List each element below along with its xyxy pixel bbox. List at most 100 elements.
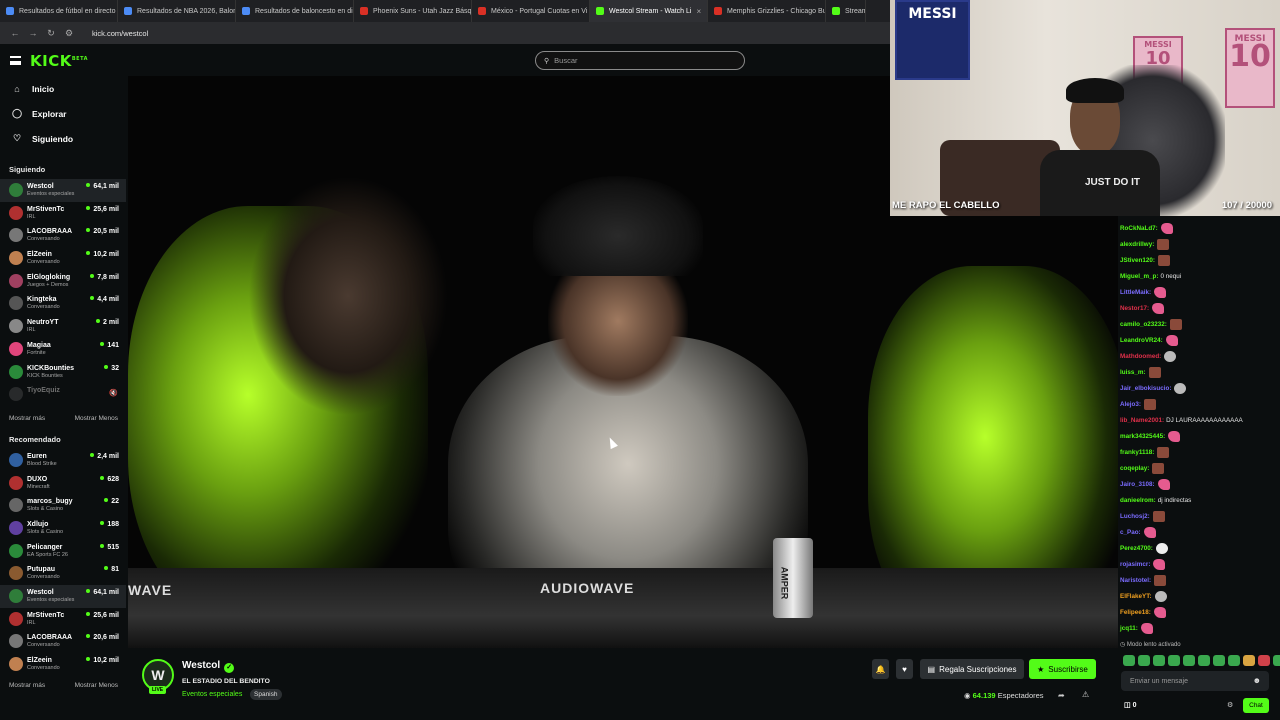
browser-tab[interactable]: Resultados de fútbol en directo× — [0, 0, 118, 22]
forward-icon[interactable]: → — [24, 28, 42, 38]
sidebar-channel[interactable]: NeutroYT IRL 2 mil — [0, 315, 126, 338]
emote-icon[interactable] — [1258, 655, 1270, 666]
sidebar-channel[interactable]: DUXO Minecraft 628 — [0, 472, 126, 495]
sidebar-nav-siguiendo[interactable]: ♡ Siguiendo — [0, 126, 126, 151]
sidebar-channel[interactable]: Xdlujo Slots & Casino 188 — [0, 517, 126, 540]
kick-logo[interactable]: KICKBETA — [30, 52, 88, 70]
sidebar-channel[interactable]: ElGlogloking Juegos + Demos 7,8 mil — [0, 270, 126, 293]
menu-icon[interactable] — [10, 56, 21, 65]
emote-icon[interactable] — [1228, 655, 1240, 666]
notifications-button[interactable]: 🔔 — [872, 659, 889, 679]
search-input[interactable]: ⚲ Buscar — [535, 51, 745, 70]
chat-username[interactable]: ElFlakeYT: — [1120, 593, 1152, 600]
chat-username[interactable]: LeandroVR24: — [1120, 337, 1163, 344]
chat-username[interactable]: alexdrillwy: — [1120, 241, 1154, 248]
chat-emote-icon — [1169, 318, 1182, 330]
show-less-button[interactable]: Mostrar Menos — [75, 682, 118, 689]
chat-username[interactable]: Perez4700: — [1120, 545, 1153, 552]
chat-username[interactable]: luiss_m: — [1120, 369, 1146, 376]
chat-username[interactable]: Felipee18: — [1120, 609, 1151, 616]
chat-message: camilo_o23232: — [1118, 316, 1280, 332]
emoji-icon[interactable]: ☻ — [1253, 676, 1261, 685]
streamer-name[interactable]: Westcol ✓ — [182, 660, 235, 673]
emote-icon[interactable] — [1243, 655, 1255, 666]
browser-tab[interactable]: Resultados de NBA 2026, Balon× — [118, 0, 236, 22]
sidebar-channel[interactable]: LACOBRAAA Conversando 20,5 mil — [0, 224, 126, 247]
url-field[interactable]: kick.com/westcol — [92, 29, 148, 38]
chat-username[interactable]: Luchosj2: — [1120, 513, 1150, 520]
sidebar-channel[interactable]: Euren Blood Strike 2,4 mil — [0, 449, 126, 472]
chat-username[interactable]: Miguel_m_p: — [1120, 273, 1159, 280]
sidebar-nav-explorar[interactable]: ◯ Explorar — [0, 101, 126, 126]
chat-username[interactable]: jcq11: — [1120, 625, 1138, 632]
browser-tab[interactable]: Resultados de baloncesto en dir× — [236, 0, 354, 22]
chat-username[interactable]: Jair_elbokisucio: — [1120, 385, 1171, 392]
chat-send-button[interactable]: Chat — [1243, 698, 1269, 713]
chat-username[interactable]: franky1118: — [1120, 449, 1154, 456]
emote-icon[interactable] — [1213, 655, 1225, 666]
chat-username[interactable]: RoCkNaLd7: — [1120, 225, 1158, 232]
show-more-button[interactable]: Mostrar más — [9, 682, 45, 689]
language-tag[interactable]: Spanish — [250, 689, 282, 700]
sidebar-channel[interactable]: Pelicanger EA Sports FC 26 515 — [0, 540, 126, 563]
browser-tab[interactable]: Stream — [826, 0, 866, 22]
sidebar-channel[interactable]: ElZeein Conversando 10,2 mil — [0, 247, 126, 270]
stream-category[interactable]: Eventos especiales — [182, 691, 242, 698]
offline-channel[interactable]: TiyoEquiz 🔇 — [0, 383, 126, 406]
sidebar-channel[interactable]: LACOBRAAA Conversando 20,6 mil — [0, 630, 126, 653]
emote-icon[interactable] — [1198, 655, 1210, 666]
chat-username[interactable]: rojasimcr: — [1120, 561, 1150, 568]
chat-username[interactable]: JStiven120: — [1120, 257, 1155, 264]
browser-tab[interactable]: Memphis Grizzlies - Chicago Bu× — [708, 0, 826, 22]
emote-icon[interactable] — [1153, 655, 1165, 666]
sidebar-channel[interactable]: marcos_bugy Slots & Casino 22 — [0, 494, 126, 517]
chat-username[interactable]: Mathdoomed: — [1120, 353, 1161, 360]
follow-button[interactable]: ♥ — [896, 659, 913, 679]
chat-message: c_Pao: — [1118, 524, 1280, 540]
chat-username[interactable]: Nestor17: — [1120, 305, 1149, 312]
chat-username[interactable]: Naristotel: — [1120, 577, 1151, 584]
sidebar-nav-inicio[interactable]: ⌂ Inicio — [0, 76, 126, 101]
chat-username[interactable]: Alejo3: — [1120, 401, 1141, 408]
reload-icon[interactable]: ↻ — [42, 28, 60, 39]
sidebar-channel[interactable]: MrStivenTc IRL 25,6 mil — [0, 608, 126, 631]
chat-username[interactable]: coqeplay: — [1120, 465, 1149, 472]
browser-tab[interactable]: Westcol Stream - Watch Li × — [590, 0, 708, 22]
sidebar-channel[interactable]: Magiaa Fortnite 141 — [0, 338, 126, 361]
chat-username[interactable]: LittleMaik: — [1120, 289, 1151, 296]
emote-icon[interactable] — [1168, 655, 1180, 666]
share-icon[interactable]: ➦ — [1058, 691, 1065, 700]
tab-label: Memphis Grizzlies - Chicago Bu — [727, 7, 826, 15]
close-tab-icon[interactable]: × — [691, 7, 701, 16]
browser-tab[interactable]: Phoenix Suns - Utah Jazz Básquet× — [354, 0, 472, 22]
chat-username[interactable]: Jairo_3108: — [1120, 481, 1155, 488]
sidebar-channel[interactable]: KICKBounties KICK Bounties 32 — [0, 361, 126, 384]
sidebar-channel[interactable]: ElZeein Conversando 10,2 mil — [0, 653, 126, 676]
chat-username[interactable]: mark34325445: — [1120, 433, 1165, 440]
chat-message-input[interactable]: Enviar un mensaje ☻ — [1121, 671, 1269, 691]
emote-icon[interactable] — [1123, 655, 1135, 666]
emote-icon[interactable] — [1273, 655, 1280, 666]
back-icon[interactable]: ← — [6, 28, 24, 38]
gift-subs-button[interactable]: ▤ Regala Suscripciones — [920, 659, 1024, 679]
browser-tab[interactable]: México - Portugal Cuotas en Vi× — [472, 0, 590, 22]
subscribe-button[interactable]: ★ Suscribirse — [1029, 659, 1096, 679]
sidebar-channel[interactable]: Westcol Eventos especiales 64,1 mil — [0, 179, 126, 202]
sidebar-channel[interactable]: Kingteka Conversando 4,4 mil — [0, 292, 126, 315]
chat-username[interactable]: lib_Name2001: — [1120, 417, 1164, 424]
chat-username[interactable]: danieelrom: — [1120, 497, 1156, 504]
chat-username[interactable]: camilo_o23232: — [1120, 321, 1167, 328]
viewer-count-text: 628 — [107, 475, 119, 483]
emote-icon[interactable] — [1138, 655, 1150, 666]
sidebar-channel[interactable]: MrStivenTc IRL 25,6 mil — [0, 202, 126, 225]
show-more-button[interactable]: Mostrar más — [9, 415, 45, 422]
site-info-icon[interactable]: ⚙ — [60, 28, 78, 39]
chat-username[interactable]: c_Pao: — [1120, 529, 1141, 536]
report-icon[interactable]: ⚠ — [1082, 690, 1089, 699]
gear-icon[interactable]: ⚙ — [1227, 701, 1233, 709]
sidebar-channel[interactable]: Putupau Conversando 81 — [0, 562, 126, 585]
emote-icon[interactable] — [1183, 655, 1195, 666]
sidebar-channel[interactable]: Westcol Eventos especiales 64,1 mil — [0, 585, 126, 608]
channel-points[interactable]: ◫ 0 — [1124, 701, 1136, 709]
show-less-button[interactable]: Mostrar Menos — [75, 415, 118, 422]
